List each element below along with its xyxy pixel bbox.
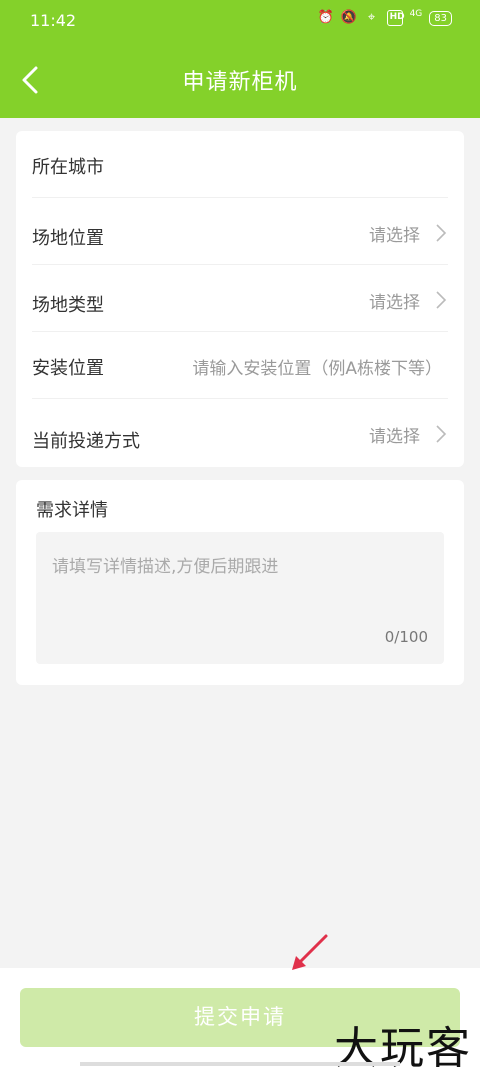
row-site-location[interactable]: 场地位置 请选择 <box>32 198 448 265</box>
chevron-right-icon <box>436 425 447 443</box>
install-location-input[interactable]: 请输入安装位置（例A栋楼下等） <box>192 354 442 379</box>
char-counter: 0/100 <box>384 628 428 646</box>
row-label: 当前投递方式 <box>32 431 140 452</box>
details-placeholder: 请填写详情描述,方便后期跟进 <box>52 557 279 577</box>
chevron-right-icon <box>436 291 447 309</box>
details-card: 需求详情 请填写详情描述,方便后期跟进 0/100 <box>16 480 464 685</box>
row-label: 场地位置 <box>32 228 104 249</box>
mute-icon: 🔕 <box>340 10 357 25</box>
battery-icon: 83 <box>429 10 452 26</box>
alarm-icon: ⏰ <box>317 10 334 25</box>
details-label: 需求详情 <box>36 500 108 521</box>
location-icon: ⌖ <box>367 10 376 25</box>
row-value: 请选择 <box>369 226 420 246</box>
gesture-bar <box>80 1062 400 1066</box>
row-value: 请选择 <box>369 293 420 313</box>
row-city[interactable]: 所在城市 <box>32 131 448 198</box>
row-install-location[interactable]: 安装位置 请输入安装位置（例A栋楼下等） <box>32 332 448 399</box>
app-header: 11:42 ⏰ 🔕 ⌖ HD 4G 83 申请新柜机 <box>0 0 480 118</box>
row-site-type[interactable]: 场地类型 请选择 <box>32 265 448 332</box>
signal-icon: 4G <box>409 9 423 19</box>
watermark-logo: 大玩客 <box>334 1023 472 1067</box>
row-label: 所在城市 <box>32 157 104 178</box>
row-delivery-method[interactable]: 当前投递方式 请选择 <box>32 399 448 466</box>
row-label: 场地类型 <box>32 295 104 316</box>
form-card: 所在城市 场地位置 请选择 场地类型 请选择 安装位置 请输入安装位置（例A栋楼… <box>16 131 464 467</box>
page-title: 申请新柜机 <box>182 70 298 95</box>
chevron-right-icon <box>436 224 447 242</box>
status-time: 11:42 <box>30 11 77 30</box>
row-label: 安装位置 <box>32 358 104 379</box>
status-icons: ⏰ 🔕 ⌖ HD 4G 83 <box>318 10 452 26</box>
pointer-arrow-icon <box>292 934 328 970</box>
row-value: 请选择 <box>369 427 420 447</box>
details-textarea[interactable]: 请填写详情描述,方便后期跟进 0/100 <box>36 532 444 664</box>
status-bar: 11:42 ⏰ 🔕 ⌖ HD 4G 83 <box>0 0 480 40</box>
hd-icon: HD <box>386 10 405 26</box>
